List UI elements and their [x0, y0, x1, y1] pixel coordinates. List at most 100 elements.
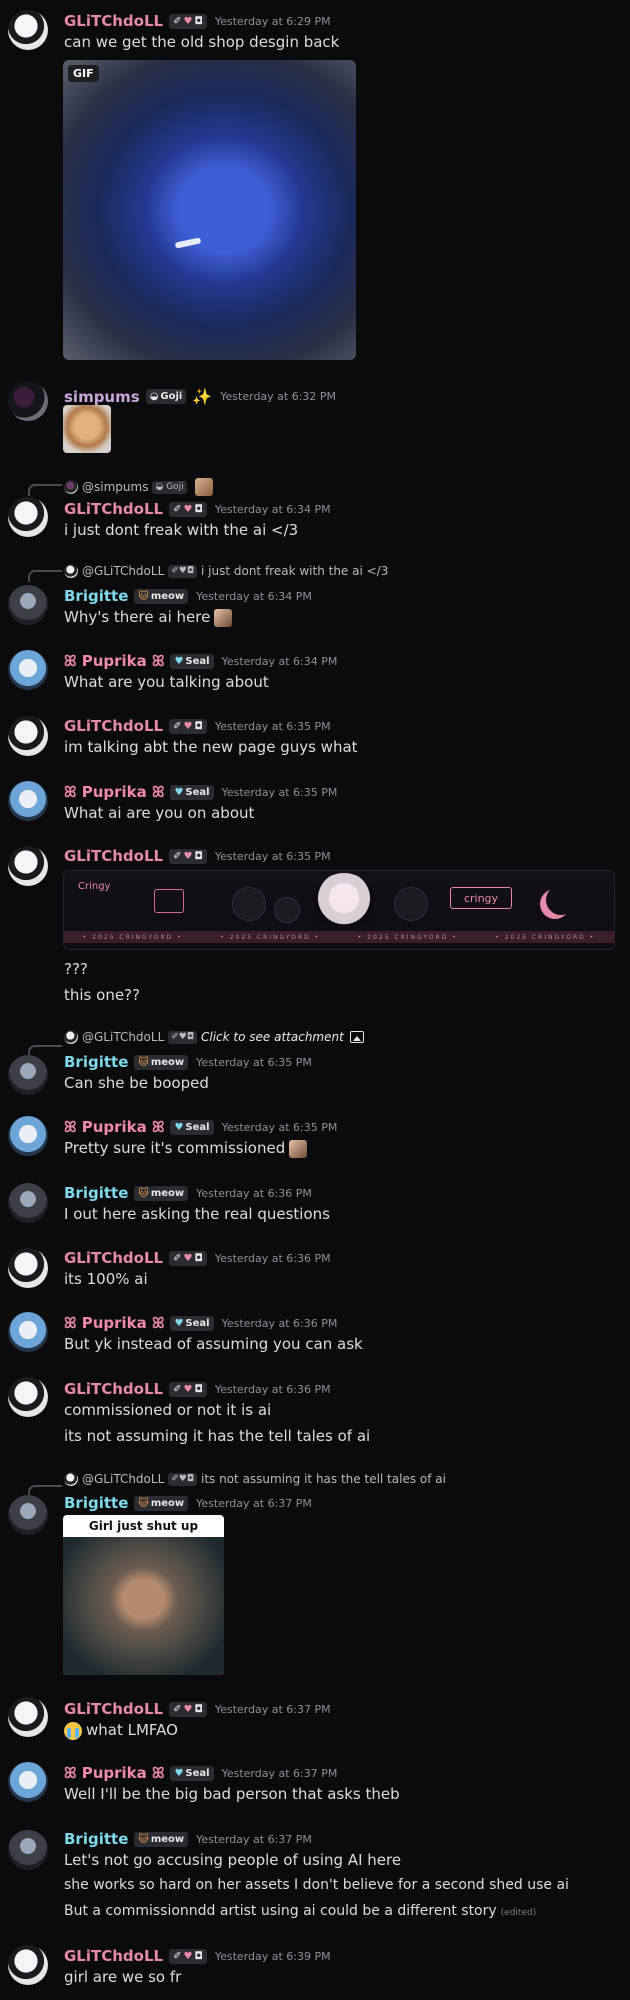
- username-text: Puprika: [81, 1314, 147, 1332]
- username[interactable]: Brigitte: [64, 587, 128, 605]
- username[interactable]: ꕤ Puprika ꕤ: [64, 783, 164, 801]
- timestamp: Yesterday at 6:39 PM: [214, 1949, 331, 1963]
- badge-icon: ◘: [194, 1950, 203, 1962]
- message-header: Brigitte 🐱 meow Yesterday at 6:34 PM: [64, 587, 312, 605]
- role-badges: ✐ ♥ ◘: [169, 501, 207, 517]
- sparkle-icon: ✨: [192, 387, 213, 406]
- crying-face-icon: [64, 1721, 82, 1740]
- dagger-icon: ✐: [173, 720, 182, 732]
- reply-mention: @GLiTChdoLL: [82, 1472, 165, 1486]
- message-header: ꕤ Puprika ꕤ ♥ Seal Yesterday at 6:34 PM: [64, 652, 337, 670]
- username-text: Puprika: [81, 1764, 147, 1782]
- message-text: But yk instead of assuming you can ask: [64, 1335, 363, 1353]
- message-text: Pretty sure it's commissioned: [64, 1139, 308, 1158]
- role-label: Seal: [185, 786, 210, 798]
- banner-footer-strip: • 2025 CRINGYORD • • 2025 CRINGYORD • • …: [64, 931, 614, 943]
- username[interactable]: Brigitte: [64, 1053, 128, 1071]
- role-badges: ✐ ♥ ◘: [169, 13, 207, 29]
- username[interactable]: ꕤ Puprika ꕤ: [64, 652, 164, 670]
- username[interactable]: GLiTChdoLL: [64, 1249, 163, 1267]
- username[interactable]: Brigitte: [64, 1494, 128, 1512]
- role-label: meow: [150, 590, 185, 602]
- timestamp: Yesterday at 6:36 PM: [221, 1316, 338, 1330]
- timestamp: Yesterday at 6:37 PM: [196, 1496, 312, 1510]
- message-text: But a commissionndd artist using ai coul…: [64, 1903, 536, 1919]
- message-header: GLiTChdoLL ✐ ♥ ◘ Yesterday at 6:35 PM: [64, 717, 331, 735]
- role-label: meow: [150, 1833, 185, 1845]
- reply-preview[interactable]: @GLiTChdoLL ✐♥◘ i just dont freak with t…: [64, 564, 388, 578]
- username[interactable]: GLiTChdoLL: [64, 1947, 163, 1965]
- meme-image-attachment[interactable]: Girl just shut up: [63, 1515, 224, 1675]
- dagger-icon: ✐: [173, 1703, 182, 1715]
- username[interactable]: ꕤ Puprika ꕤ: [64, 1314, 164, 1332]
- heart-icon: ♥: [183, 1950, 193, 1962]
- reply-connector: [28, 484, 62, 496]
- avatar[interactable]: [8, 1183, 48, 1223]
- role-badge: ♥ Seal: [170, 1119, 214, 1135]
- avatar[interactable]: [8, 846, 48, 886]
- anime-girl-icon: [314, 873, 374, 929]
- reply-avatar: [64, 480, 78, 494]
- avatar[interactable]: [8, 1697, 48, 1737]
- badge-icon: ◘: [194, 503, 203, 515]
- sticker-image[interactable]: [63, 405, 111, 453]
- avatar[interactable]: [8, 1116, 48, 1156]
- moon-icon: [546, 885, 576, 915]
- avatar[interactable]: [8, 1248, 48, 1288]
- username[interactable]: ꕤ Puprika ꕤ: [64, 1764, 164, 1782]
- username[interactable]: GLiTChdoLL: [64, 500, 163, 518]
- message-header: ꕤ Puprika ꕤ ♥ Seal Yesterday at 6:35 PM: [64, 783, 337, 801]
- avatar[interactable]: [8, 381, 48, 421]
- username[interactable]: GLiTChdoLL: [64, 1380, 163, 1398]
- avatar[interactable]: [8, 1945, 48, 1985]
- username[interactable]: ꕤ Puprika ꕤ: [64, 1118, 164, 1136]
- role-badges: ✐ ♥ ◘: [169, 1701, 207, 1717]
- heart-icon: ♥: [174, 786, 184, 798]
- avatar[interactable]: [8, 716, 48, 756]
- heart-icon: ♥: [183, 1703, 193, 1715]
- reply-role-badge: ✐♥◘: [168, 1030, 197, 1044]
- avatar[interactable]: [8, 497, 48, 537]
- image-attachment-banner[interactable]: Cringy cringy • 2025 CRINGYORD • • 2025 …: [63, 870, 615, 950]
- avatar[interactable]: [8, 1312, 48, 1352]
- timestamp: Yesterday at 6:35 PM: [214, 719, 331, 733]
- emoji-icon: [194, 478, 213, 496]
- avatar[interactable]: [8, 781, 48, 821]
- avatar[interactable]: [8, 1495, 48, 1535]
- cat-icon: 🐱: [138, 590, 149, 602]
- avatar[interactable]: [8, 650, 48, 690]
- timestamp: Yesterday at 6:37 PM: [214, 1702, 331, 1716]
- username[interactable]: Brigitte: [64, 1184, 128, 1202]
- message-text: I out here asking the real questions: [64, 1205, 330, 1223]
- avatar[interactable]: [8, 1762, 48, 1802]
- avatar[interactable]: [8, 585, 48, 625]
- username[interactable]: simpums: [64, 388, 140, 406]
- message-header: ꕤ Puprika ꕤ ♥ Seal Yesterday at 6:37 PM: [64, 1764, 337, 1782]
- role-badge: 🐱 meow: [134, 588, 189, 604]
- edited-marker: (edited): [500, 1908, 537, 1918]
- avatar[interactable]: [8, 1055, 48, 1095]
- username[interactable]: GLiTChdoLL: [64, 847, 163, 865]
- reply-preview[interactable]: @GLiTChdoLL ✐♥◘ Click to see attachment: [64, 1030, 364, 1044]
- badge-icon: ◘: [194, 1703, 203, 1715]
- username[interactable]: Brigitte: [64, 1830, 128, 1848]
- username[interactable]: GLiTChdoLL: [64, 12, 163, 30]
- gif-attachment[interactable]: GIF: [63, 60, 356, 360]
- avatar[interactable]: [8, 10, 48, 50]
- reply-text: Click to see attachment: [201, 1030, 344, 1044]
- timestamp: Yesterday at 6:35 PM: [221, 785, 338, 799]
- reply-avatar: [64, 564, 78, 578]
- username[interactable]: GLiTChdoLL: [64, 1700, 163, 1718]
- message-text: im talking abt the new page guys what: [64, 738, 358, 756]
- emoji-icon: [289, 1139, 308, 1158]
- avatar[interactable]: [8, 1377, 48, 1417]
- reply-preview[interactable]: @GLiTChdoLL ✐♥◘ its not assuming it has …: [64, 1472, 446, 1486]
- message-text-content: Pretty sure it's commissioned: [64, 1139, 286, 1157]
- avatar[interactable]: [8, 1830, 48, 1870]
- message-text: commissioned or not it is ai: [64, 1401, 272, 1419]
- cat-icon: [232, 887, 266, 921]
- role-badge: 🐱 meow: [134, 1054, 189, 1070]
- username[interactable]: GLiTChdoLL: [64, 717, 163, 735]
- timestamp: Yesterday at 6:37 PM: [196, 1832, 312, 1846]
- reply-preview[interactable]: @simpums ◒ Goji: [64, 478, 213, 496]
